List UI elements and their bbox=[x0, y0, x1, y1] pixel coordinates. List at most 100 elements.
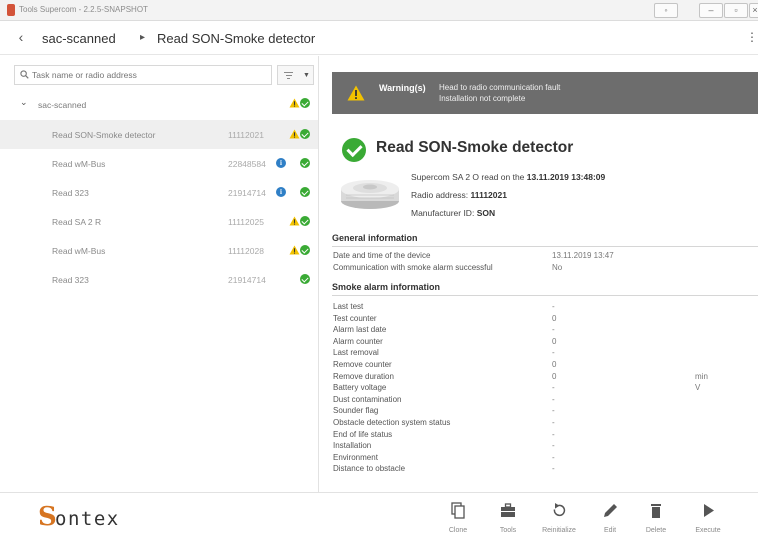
task-name: Read wM-Bus bbox=[52, 246, 106, 256]
task-address: 21914714 bbox=[228, 275, 266, 285]
info-key: Alarm last date bbox=[333, 325, 387, 335]
info-row: Dust contamination - bbox=[332, 395, 758, 406]
info-row: Installation - bbox=[332, 441, 758, 452]
task-address: 21914714 bbox=[228, 188, 266, 198]
logo-text: ontex bbox=[55, 508, 120, 530]
smoke-detector-image bbox=[341, 180, 399, 209]
ok-status-icon bbox=[300, 158, 310, 168]
info-key: Test counter bbox=[333, 313, 377, 323]
info-value: - bbox=[552, 418, 555, 427]
delete-label: Delete bbox=[645, 527, 667, 534]
close-button[interactable]: × bbox=[749, 3, 758, 18]
task-row[interactable]: Read SA 2 R 11112025 bbox=[0, 207, 318, 236]
info-unit: V bbox=[695, 383, 701, 393]
tools-button[interactable]: Tools bbox=[486, 499, 530, 537]
edit-label: Edit bbox=[603, 527, 617, 534]
info-row: Alarm last date - bbox=[332, 325, 758, 336]
task-address: 11112025 bbox=[228, 217, 264, 227]
task-list-panel: ▼ ⌄ sac-scanned Read SON-Smoke detector 1… bbox=[0, 56, 318, 492]
execute-button[interactable]: Execute bbox=[686, 499, 730, 537]
filter-icon bbox=[284, 72, 293, 81]
info-icon: i bbox=[276, 187, 286, 197]
info-key: Dust contamination bbox=[333, 394, 402, 404]
warning-icon bbox=[289, 216, 300, 226]
manufacturer-value: SON bbox=[476, 208, 496, 218]
trash-icon bbox=[651, 504, 661, 518]
task-row[interactable]: Read 323 21914714 i bbox=[0, 178, 318, 207]
smoke-alarm-section: Smoke alarm information Last test - Test c… bbox=[332, 282, 758, 490]
delete-button[interactable]: Delete bbox=[634, 499, 678, 537]
info-row: End of life status - bbox=[332, 430, 758, 441]
search-input[interactable] bbox=[32, 68, 267, 82]
task-name: Read wM-Bus bbox=[52, 159, 106, 169]
info-key: Communication with smoke alarm successfu… bbox=[333, 263, 493, 272]
info-icon: i bbox=[276, 158, 286, 168]
info-value: No bbox=[552, 263, 563, 272]
task-row[interactable]: Read 323 21914714 bbox=[0, 265, 318, 294]
info-key: Sounder flag bbox=[333, 406, 379, 416]
read-info: Supercom SA 2 O read on the 13.11.2019 1… bbox=[411, 172, 605, 182]
app-icon bbox=[7, 4, 15, 16]
info-row: Distance to obstacle - bbox=[332, 464, 758, 475]
info-key: Alarm counter bbox=[333, 336, 383, 346]
app-window: Tools Supercom - 2.2.5-SNAPSHOT ◦ – ▫ × … bbox=[0, 0, 758, 538]
radio-address-label: Radio address: bbox=[411, 190, 469, 200]
tree-group[interactable]: ⌄ sac-scanned bbox=[0, 93, 318, 115]
search-icon bbox=[20, 70, 29, 79]
task-name: Read SON-Smoke detector bbox=[52, 130, 156, 140]
breadcrumb-parent[interactable]: sac-scanned bbox=[42, 31, 116, 46]
info-value: - bbox=[552, 464, 555, 474]
filter-dropdown[interactable]: ▼ bbox=[277, 65, 314, 85]
info-row: Remove duration 0 min bbox=[332, 372, 758, 383]
task-row[interactable]: Read SON-Smoke detector 11112021 bbox=[0, 120, 318, 149]
info-value: - bbox=[552, 383, 555, 393]
task-address: 22848584 bbox=[228, 159, 266, 169]
info-key: Installation bbox=[333, 441, 372, 451]
task-name: Read 323 bbox=[52, 275, 89, 285]
info-value: - bbox=[552, 348, 555, 358]
pencil-icon bbox=[604, 504, 617, 517]
info-value: - bbox=[552, 406, 555, 416]
warning-banner: Warning(s) Head to radio communication f… bbox=[332, 72, 758, 114]
task-address: 11112021 bbox=[228, 130, 264, 140]
breadcrumb: ‹ sac-scanned ▸ Read SON-Smoke detector … bbox=[0, 21, 758, 55]
back-button[interactable]: ‹ bbox=[14, 29, 28, 45]
info-value: 0 bbox=[552, 313, 557, 323]
info-key: Date and time of the device bbox=[333, 251, 431, 260]
info-key: Last test bbox=[333, 302, 364, 311]
section-title: General information bbox=[332, 233, 758, 247]
ok-status-icon bbox=[300, 98, 310, 108]
info-value: 0 bbox=[552, 371, 557, 381]
chevron-down-icon: ▼ bbox=[303, 72, 310, 79]
info-row: Obstacle detection system status - bbox=[332, 418, 758, 429]
info-row: Alarm counter 0 bbox=[332, 337, 758, 348]
task-name: Read 323 bbox=[52, 188, 89, 198]
success-check-icon bbox=[342, 138, 366, 162]
ok-status-icon bbox=[300, 187, 310, 197]
warning-icon bbox=[289, 129, 300, 139]
reinitialize-button[interactable]: Reinitialize bbox=[537, 499, 581, 537]
restore-button[interactable]: ◦ bbox=[654, 3, 678, 18]
info-key: End of life status bbox=[333, 429, 393, 439]
warning-message: Installation not complete bbox=[439, 94, 526, 103]
info-value: 0 bbox=[552, 360, 557, 369]
task-row[interactable]: Read wM-Bus 22848584 i bbox=[0, 149, 318, 178]
read-prefix: Supercom SA 2 O read on the bbox=[411, 172, 525, 182]
breadcrumb-separator-icon: ▸ bbox=[140, 32, 146, 43]
info-value: - bbox=[552, 441, 555, 451]
info-row: Battery voltage - V bbox=[332, 383, 758, 394]
minimize-button[interactable]: – bbox=[699, 3, 723, 18]
more-menu-icon[interactable]: ⋮ bbox=[746, 31, 758, 43]
info-value: - bbox=[552, 452, 555, 462]
info-row: Environment - bbox=[332, 453, 758, 464]
info-value: - bbox=[552, 325, 555, 335]
edit-button[interactable]: Edit bbox=[588, 499, 632, 537]
task-row[interactable]: Read wM-Bus 11112028 bbox=[0, 236, 318, 265]
clone-button[interactable]: Clone bbox=[436, 499, 480, 537]
chevron-down-icon[interactable]: ⌄ bbox=[20, 97, 28, 108]
maximize-button[interactable]: ▫ bbox=[724, 3, 748, 18]
task-name: Read SA 2 R bbox=[52, 217, 102, 227]
warning-icon bbox=[347, 85, 365, 101]
search-box bbox=[14, 65, 272, 85]
info-row: Sounder flag - bbox=[332, 406, 758, 417]
